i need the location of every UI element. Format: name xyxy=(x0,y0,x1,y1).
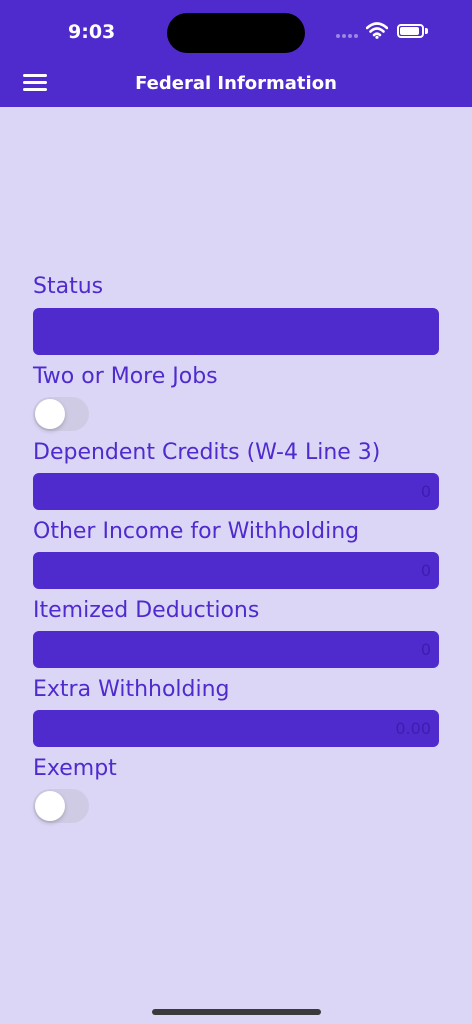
status-time: 9:03 xyxy=(68,21,116,43)
dependent-credits-label: Dependent Credits (W-4 Line 3) xyxy=(33,440,381,465)
status-bar: 9:03 xyxy=(0,0,472,60)
exempt-label: Exempt xyxy=(33,756,117,781)
other-income-input[interactable]: 0 xyxy=(33,552,439,589)
two-jobs-label: Two or More Jobs xyxy=(33,364,218,389)
toggle-knob xyxy=(35,399,65,429)
itemized-deductions-input[interactable]: 0 xyxy=(33,631,439,668)
wifi-icon xyxy=(366,22,388,39)
other-income-label: Other Income for Withholding xyxy=(33,519,360,544)
dependent-credits-value: 0 xyxy=(420,482,431,501)
status-picker[interactable] xyxy=(33,308,439,355)
itemized-deductions-value: 0 xyxy=(420,640,431,659)
itemized-deductions-label: Itemized Deductions xyxy=(33,598,260,623)
extra-withholding-input[interactable]: 0.00 xyxy=(33,710,439,747)
battery-icon xyxy=(397,24,424,38)
home-indicator[interactable] xyxy=(152,1009,321,1015)
extra-withholding-label: Extra Withholding xyxy=(33,677,230,702)
exempt-toggle[interactable] xyxy=(33,789,89,823)
page-title: Federal Information xyxy=(135,73,337,94)
battery-tip xyxy=(425,28,428,34)
other-income-value: 0 xyxy=(420,561,431,580)
cellular-signal-icon xyxy=(336,34,358,38)
status-label: Status xyxy=(33,274,104,299)
toggle-knob xyxy=(35,791,65,821)
nav-bar: Federal Information xyxy=(0,60,472,107)
two-jobs-toggle[interactable] xyxy=(33,397,89,431)
extra-withholding-value: 0.00 xyxy=(395,719,431,738)
dynamic-island xyxy=(167,13,305,53)
dependent-credits-input[interactable]: 0 xyxy=(33,473,439,510)
